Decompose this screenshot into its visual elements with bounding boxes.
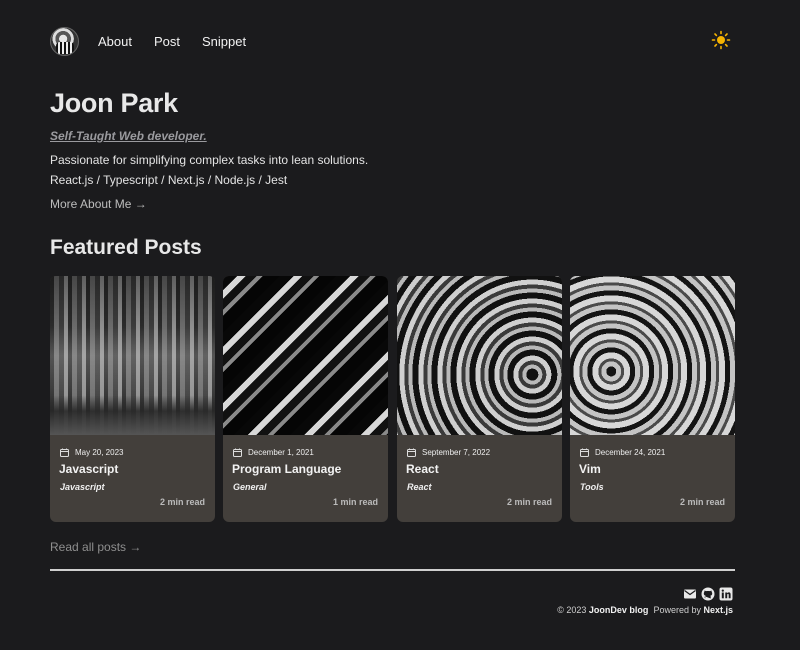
main-nav: About Post Snippet — [98, 34, 268, 49]
mail-icon[interactable] — [683, 587, 697, 601]
intro-description: Passionate for simplifying complex tasks… — [50, 153, 369, 167]
more-about-me-link[interactable]: More About Me → — [50, 197, 147, 211]
post-card[interactable]: September 7, 2022 React React 2 min read — [397, 276, 562, 522]
calendar-icon — [407, 448, 416, 457]
post-date: December 1, 2021 — [233, 448, 314, 457]
post-read-time: 2 min read — [506, 497, 552, 507]
post-category[interactable]: React — [407, 482, 432, 492]
sun-icon[interactable] — [711, 30, 731, 50]
post-title[interactable]: Vim — [579, 462, 601, 476]
post-date: May 20, 2023 — [60, 448, 123, 457]
post-card[interactable]: December 24, 2021 Vim Tools 2 min read — [570, 276, 735, 522]
post-card[interactable]: December 1, 2021 Program Language Genera… — [223, 276, 388, 522]
blog-name: JoonDev blog — [588, 605, 649, 615]
post-title[interactable]: Program Language — [232, 462, 341, 476]
featured-posts-grid: May 20, 2023 Javascript Javascript 2 min… — [50, 276, 735, 522]
tagline-link[interactable]: Self-Taught Web developer. — [50, 129, 207, 143]
linkedin-icon[interactable] — [719, 587, 733, 601]
post-read-time: 1 min read — [332, 497, 378, 507]
tech-stack: React.js / Typescript / Next.js / Node.j… — [50, 173, 288, 187]
post-card[interactable]: May 20, 2023 Javascript Javascript 2 min… — [50, 276, 215, 522]
calendar-icon — [60, 448, 69, 457]
post-category[interactable]: Javascript — [60, 482, 105, 492]
post-category[interactable]: General — [233, 482, 267, 492]
post-date-text: September 7, 2022 — [422, 448, 491, 457]
page-title: Joon Park — [50, 88, 178, 118]
post-thumbnail — [223, 276, 388, 435]
post-date-text: December 24, 2021 — [595, 448, 666, 457]
post-read-time: 2 min read — [679, 497, 725, 507]
powered-by-text: Powered by — [653, 605, 701, 615]
framework-link[interactable]: Next.js — [703, 605, 733, 615]
footer-divider — [50, 569, 735, 571]
post-title[interactable]: React — [406, 462, 439, 476]
page: About Post Snippet Joon Park Self-Taught… — [50, 0, 735, 650]
read-all-posts-link[interactable]: Read all posts → — [50, 540, 141, 554]
featured-posts-heading: Featured Posts — [50, 236, 202, 259]
post-title[interactable]: Javascript — [59, 462, 118, 476]
nav-post[interactable]: Post — [154, 34, 180, 49]
calendar-icon — [233, 448, 242, 457]
post-thumbnail — [570, 276, 735, 435]
post-thumbnail — [50, 276, 215, 435]
post-date: September 7, 2022 — [407, 448, 490, 457]
nav-snippet[interactable]: Snippet — [202, 34, 246, 49]
post-date-text: May 20, 2023 — [75, 448, 124, 457]
post-thumbnail — [397, 276, 562, 435]
nav-about[interactable]: About — [98, 34, 132, 49]
social-links — [683, 587, 733, 601]
post-read-time: 2 min read — [159, 497, 205, 507]
post-date-text: December 1, 2021 — [248, 448, 314, 457]
avatar[interactable] — [50, 26, 79, 56]
github-icon[interactable] — [701, 587, 715, 601]
copyright-text: © 2023 — [557, 605, 587, 615]
calendar-icon — [580, 448, 589, 457]
footer-credits: © 2023 JoonDev blog Powered by Next.js — [557, 605, 733, 615]
site-header: About Post Snippet — [50, 26, 735, 56]
post-category[interactable]: Tools — [580, 482, 604, 492]
post-date: December 24, 2021 — [580, 448, 665, 457]
